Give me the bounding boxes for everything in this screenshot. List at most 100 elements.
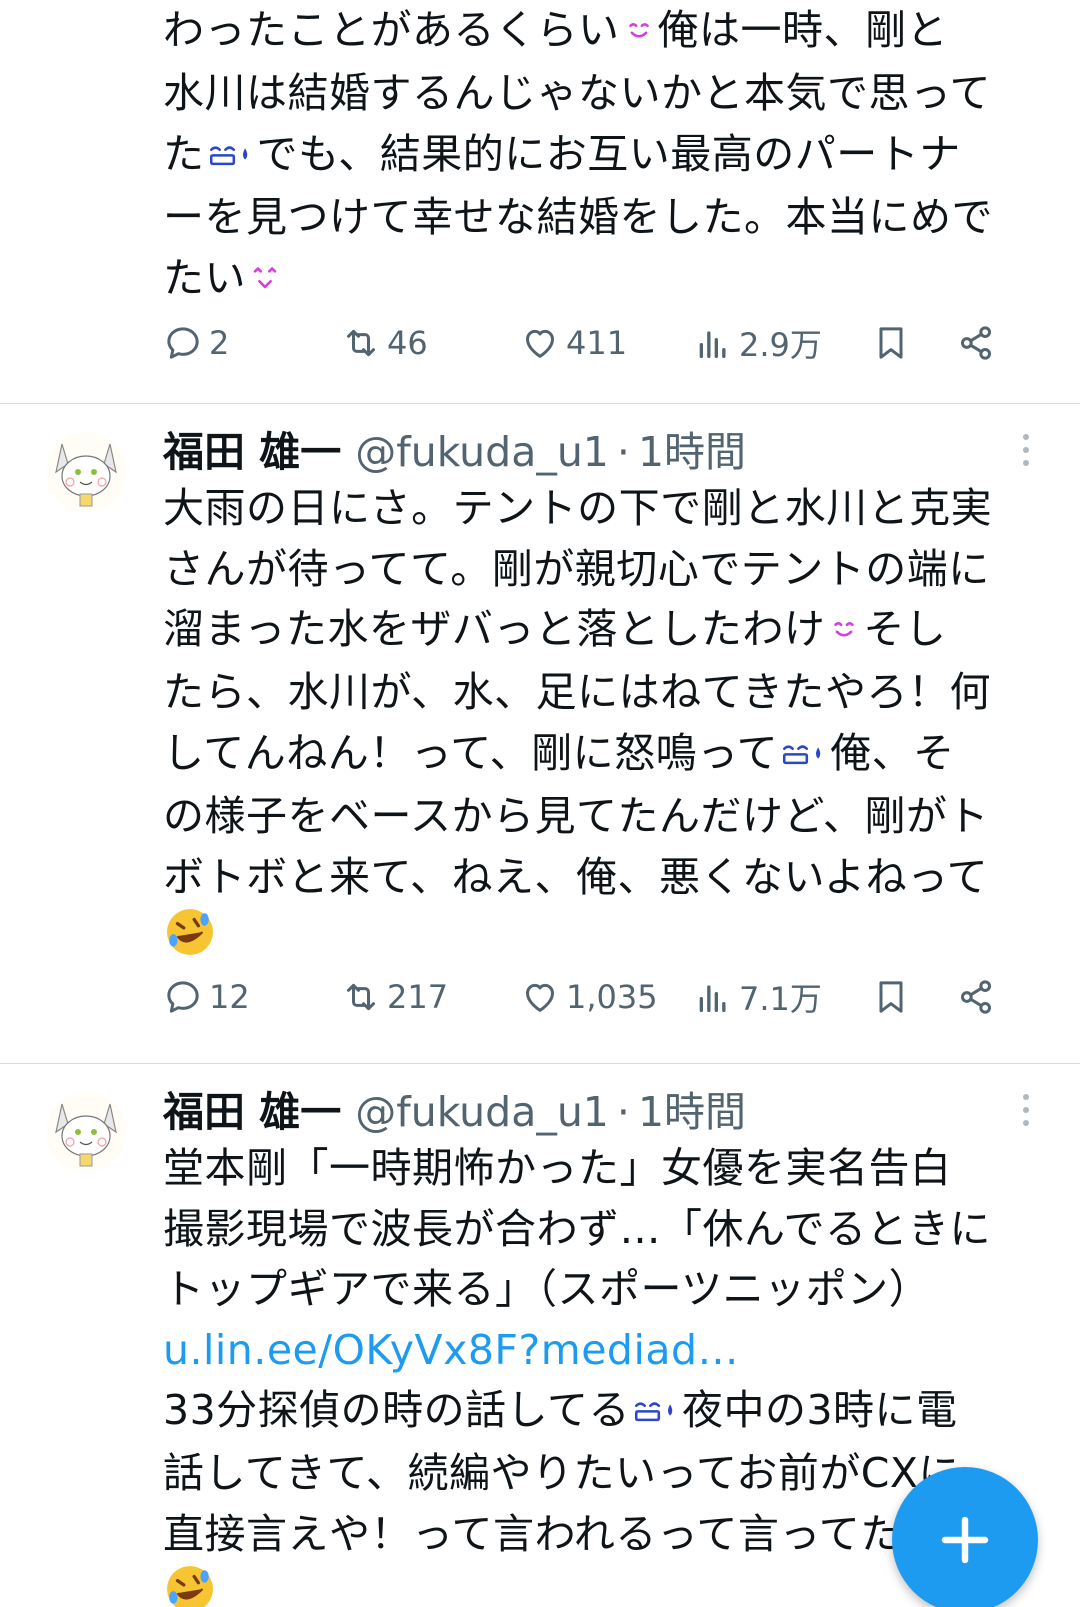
tweet-text-line: 話してきて、続編やりたいってお前がCXに [163, 1443, 1036, 1504]
avatar-image [46, 1092, 126, 1172]
user-handle[interactable]: @fukuda_u1 [355, 428, 609, 476]
views-button[interactable]: 2.9万 [693, 318, 822, 368]
bookmark-button[interactable] [871, 972, 911, 1022]
tweet-text-line: の様子をベースから見てたんだけど、剛がト [163, 786, 1036, 847]
display-name[interactable]: 福田 雄一 [163, 418, 341, 478]
tweet-text-line: ボトボと来て、ねえ、俺、悪くないよねって [163, 847, 1036, 908]
smile-emoji-icon [622, 3, 656, 64]
text-segment: u.lin.ee/OKyVx8F?mediad… [163, 1325, 739, 1374]
tweet-content: 福田 雄一 @fukuda_u1 · 1時間 大雨の日にさ。テントの下で剛と水川… [163, 418, 1036, 1018]
timeline: わったことがあるくらい 俺は一時、剛と水川は結婚するんじゃないかと本気で思ってた で… [0, 0, 1080, 1607]
text-segment: わったことがあるくらい [163, 6, 620, 54]
views-button[interactable]: 7.1万 [693, 972, 822, 1022]
reply-count: 2 [209, 324, 230, 362]
text-segment: してんねん！って、剛に怒鳴って [163, 728, 779, 777]
tweet-header: 福田 雄一 @fukuda_u1 · 1時間 [163, 1078, 1036, 1138]
text-segment: 溜まった水をザバっと落としたわけ [163, 605, 826, 653]
text-segment: 撮影現場で波長が合わず…「休んでるときに [163, 1204, 991, 1253]
share-button[interactable] [956, 972, 996, 1022]
rofl-emoji-icon [165, 1564, 215, 1607]
tweet-text-line: 撮影現場で波長が合わず…「休んでるときに [163, 1199, 1036, 1260]
text-segment: たい [163, 253, 246, 302]
like-count: 411 [566, 324, 628, 362]
tweet-text-line: してんねん！って、剛に怒鳴って 俺、そ [163, 723, 1036, 786]
avatar[interactable] [46, 432, 126, 512]
retweet-button[interactable]: 46 [341, 318, 428, 368]
tweet-actions: 2 46 411 2.9万 [163, 318, 1036, 368]
tweet-header: 福田 雄一 @fukuda_u1 · 1時間 [163, 418, 1036, 478]
user-handle[interactable]: @fukuda_u1 [355, 1088, 609, 1136]
text-segment: ボトボと来て、ねえ、俺、悪くないよねって [163, 852, 989, 901]
reply-icon [167, 981, 199, 1013]
tweet-text-line: 大雨の日にさ。テントの下で剛と水川と克実 [163, 478, 1036, 539]
bookmark-icon [879, 327, 903, 359]
text-segment: 大雨の日にさ。テントの下で剛と水川と克実 [163, 484, 993, 532]
tweet-text-line: トップギアで来る」（スポーツニッポン） [163, 1259, 1036, 1320]
tweet-text-line: た でも、結果的にお互い最高のパートナ [163, 124, 1036, 187]
text-segment: の様子をベースから見てたんだけど、剛がト [163, 792, 989, 840]
separator-dot: · [616, 428, 630, 476]
compose-plus-icon [941, 1516, 989, 1564]
timestamp[interactable]: 1時間 [638, 418, 746, 478]
tweet-text-line: 溜まった水をザバっと落としたわけ そし [163, 599, 1036, 662]
tweet-link[interactable]: u.lin.ee/OKyVx8F?mediad… [163, 1320, 1036, 1381]
retweet-icon [347, 983, 375, 1011]
tweet-text-line [163, 907, 1036, 974]
views-icon [699, 331, 726, 358]
rofl-emoji-icon [165, 907, 215, 974]
text-segment: ーを見つけて幸せな結婚をした。本当にめで [163, 193, 993, 241]
like-icon [526, 983, 554, 1012]
text-segment: た [163, 129, 205, 178]
more-icon[interactable] [1016, 426, 1036, 474]
tweet-text-line: たら、水川が、水、足にはねてきたやろ！何 [163, 662, 1036, 723]
more-icon[interactable] [1016, 1086, 1036, 1134]
display-name[interactable]: 福田 雄一 [163, 1078, 341, 1138]
tweet-1[interactable]: わったことがあるくらい 俺は一時、剛と水川は結婚するんじゃないかと本気で思ってた で… [0, 0, 1080, 404]
smile-emoji-icon [827, 602, 861, 663]
retweet-count: 46 [387, 324, 428, 362]
compose-button[interactable] [892, 1467, 1038, 1607]
tweet-text: 大雨の日にさ。テントの下で剛と水川と克実さんが待ってて。剛が親切心でテントの端に… [163, 478, 1036, 974]
bookmark-icon [879, 981, 903, 1013]
reply-button[interactable]: 2 [163, 318, 229, 368]
text-segment: 直接言えや！って言われるって言ってた [163, 1509, 902, 1558]
text-segment: 俺、そ [830, 728, 955, 777]
share-button[interactable] [956, 318, 996, 368]
text-segment: たら、水川が、水、足にはねてきたやろ！何 [163, 668, 991, 717]
tweet-text-line: たい [163, 248, 1036, 311]
reply-icon [167, 327, 199, 359]
share-icon [961, 980, 991, 1014]
tweet-text: わったことがあるくらい 俺は一時、剛と水川は結婚するんじゃないかと本気で思ってた で… [163, 0, 1036, 311]
tweet-text-line: さんが待ってて。剛が親切心でテントの端に [163, 539, 1036, 600]
tweet-text-line: 水川は結婚するんじゃないかと本気で思って [163, 63, 1036, 124]
reply-button[interactable]: 12 [163, 972, 250, 1022]
sweat-emoji-icon [207, 127, 255, 188]
share-icon [961, 326, 991, 360]
tweet-text-line: わったことがあるくらい 俺は一時、剛と [163, 0, 1036, 63]
sweat-emoji-icon [780, 726, 828, 787]
tweet-actions: 12 217 1,035 7.1万 [163, 972, 1036, 1022]
text-segment: 話してきて、続編やりたいってお前がCXに [163, 1449, 960, 1498]
like-button[interactable]: 411 [520, 318, 627, 368]
tweet-content: わったことがあるくらい 俺は一時、剛と水川は結婚するんじゃないかと本気で思ってた で… [163, 0, 1036, 364]
timestamp[interactable]: 1時間 [638, 1078, 746, 1138]
heart-smile-emoji-icon [248, 250, 282, 311]
text-segment: でも、結果的にお互い最高のパートナ [256, 129, 961, 178]
retweet-button[interactable]: 217 [341, 972, 448, 1022]
text-segment: トップギアで来る」（スポーツニッポン） [163, 1265, 931, 1313]
like-icon [526, 329, 554, 358]
bookmark-button[interactable] [871, 318, 911, 368]
retweet-count: 217 [387, 978, 449, 1016]
views-icon [699, 985, 726, 1012]
tweet-text-line: ーを見つけて幸せな結婚をした。本当にめで [163, 187, 1036, 248]
reply-count: 12 [209, 978, 250, 1016]
text-segment: 水川は結婚するんじゃないかと本気で思って [163, 69, 991, 118]
avatar[interactable] [46, 1092, 126, 1172]
text-segment: 堂本剛「一時期怖かった」女優を実名告白 [163, 1144, 952, 1192]
like-count: 1,035 [566, 978, 658, 1016]
like-button[interactable]: 1,035 [520, 972, 658, 1022]
tweet-text-line: 堂本剛「一時期怖かった」女優を実名告白 [163, 1138, 1036, 1199]
retweet-icon [347, 329, 375, 357]
tweet-2[interactable]: 福田 雄一 @fukuda_u1 · 1時間 大雨の日にさ。テントの下で剛と水川… [0, 404, 1080, 1064]
text-segment: 33分探偵の時の話してる [163, 1386, 630, 1434]
